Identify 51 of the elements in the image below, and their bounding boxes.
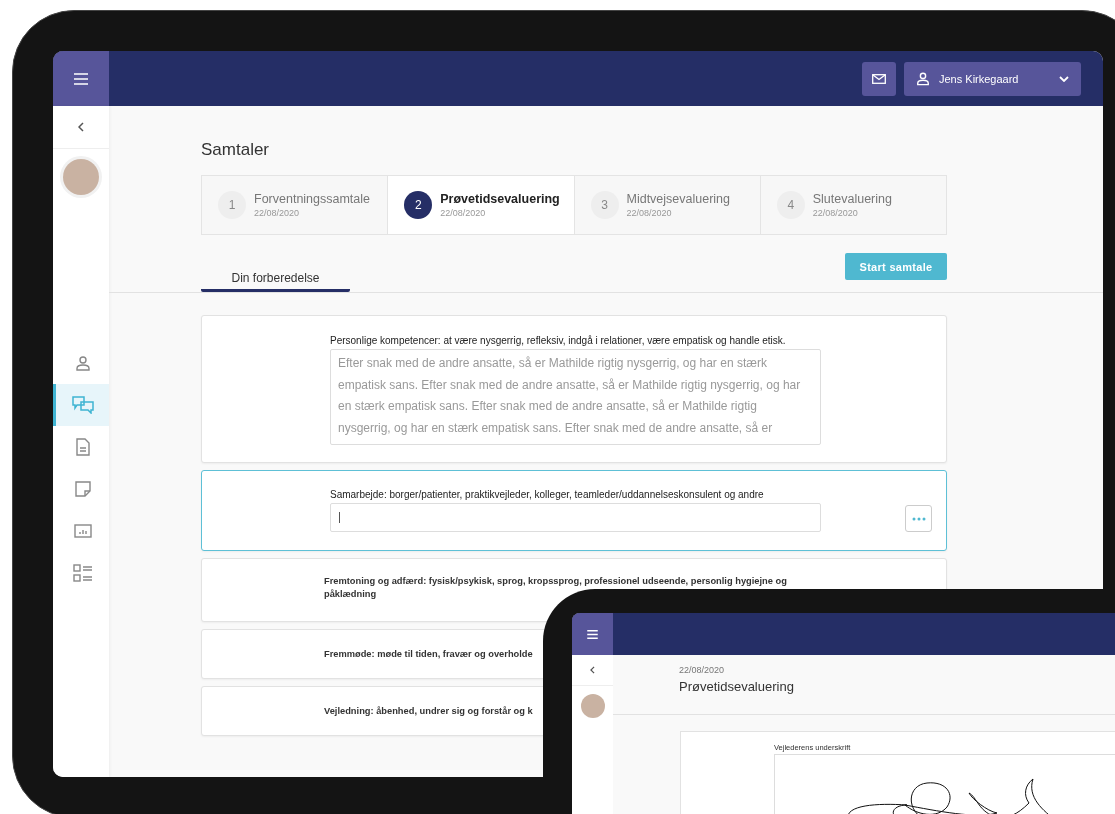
more-icon — [911, 516, 926, 521]
step-date: 22/08/2020 — [812, 208, 859, 218]
step-number: 1 — [218, 191, 246, 219]
chevron-down-icon — [1059, 75, 1069, 82]
envelope-icon — [872, 73, 886, 84]
step-number: 3 — [590, 191, 619, 219]
step-tab[interactable]: 3 Midtvejsevaluering 22/08/2020 — [574, 176, 761, 234]
note-icon — [74, 481, 91, 497]
answer-field[interactable]: Efter snak med de andre ansatte, så er Mathilde rigtig nysgerrig, og har en stærk empatisk sans. Efter snak med de andre ansatte, så er Mathilde rigtig nysgerrig, og har en stærk empatisk sans. Efter snak med de andre ansatte, så er Mathilde rigtig nysgerrig, og har en stærk empatisk sans. Efter snak med de andre ansatte, så er — [330, 349, 821, 445]
answer-field[interactable] — [330, 503, 821, 532]
document-icon — [75, 438, 90, 456]
tab[interactable]: Din forberedelse — [201, 253, 350, 292]
person-icon — [916, 71, 930, 86]
menu-icon — [74, 72, 88, 85]
sidebar-item[interactable] — [53, 384, 109, 426]
user-dropdown[interactable]: Jens Kirkegaard — [904, 61, 1081, 96]
chevron-left-icon — [590, 666, 595, 674]
question-label: Fremtoning og adfærd: fysisk/psykisk, sprog, kropssprog, professionel udseende, personlig hygiejne og påklædning — [324, 575, 788, 601]
chart-icon — [73, 524, 92, 538]
start-button[interactable]: Start samtale — [845, 253, 947, 280]
step-number: 2 — [404, 191, 433, 219]
more-button[interactable] — [905, 505, 932, 532]
date-label: 22/08/2020 — [679, 665, 726, 675]
step-date: 22/08/2020 — [254, 208, 301, 218]
question-label: Fremmøde: møde til tiden, fravær og overholde — [324, 647, 533, 661]
chevron-left-icon — [78, 122, 84, 132]
step-number: 4 — [776, 191, 805, 219]
checklist-icon — [72, 564, 93, 582]
person-icon — [74, 355, 91, 371]
mail-button[interactable] — [862, 61, 896, 96]
step-label: Prøvetidsevaluering — [440, 192, 560, 206]
step-tab[interactable]: 1 Forventningssamtale 22/08/2020 — [202, 176, 389, 234]
question-label: Personlige kompetencer: at være nysgerrig, refleksiv, indgå i relationer, være empatisk og handle etisk. — [330, 335, 787, 346]
step-label: Slutevaluering — [812, 192, 892, 206]
chat-bubbles-icon — [71, 396, 94, 414]
question-label: Vejledning: åbenhed, undrer sig og forstår og k — [324, 704, 533, 718]
text-caret — [339, 512, 340, 523]
page-title: Prøvetidsevaluering — [679, 679, 795, 694]
step-tab[interactable]: 4 Slutevaluering 22/08/2020 — [760, 176, 946, 234]
step-label: Forventningssamtale — [254, 192, 371, 206]
avatar — [63, 159, 99, 195]
menu-button[interactable] — [572, 613, 613, 655]
menu-button[interactable] — [53, 51, 109, 106]
question-label: Samarbejde: borger/patienter, praktikvejleder, kolleger, teamleder/uddannelseskonsulent og andre — [330, 489, 765, 500]
avatar — [580, 694, 605, 718]
step-label: Midtvejsevaluering — [626, 192, 731, 206]
page-title: Samtaler — [201, 139, 271, 161]
step-date: 22/08/2020 — [440, 208, 487, 218]
step-date: 22/08/2020 — [626, 208, 673, 218]
step-tab[interactable]: 2 Prøvetidsevaluering 22/08/2020 — [388, 176, 575, 234]
menu-icon — [587, 629, 598, 639]
